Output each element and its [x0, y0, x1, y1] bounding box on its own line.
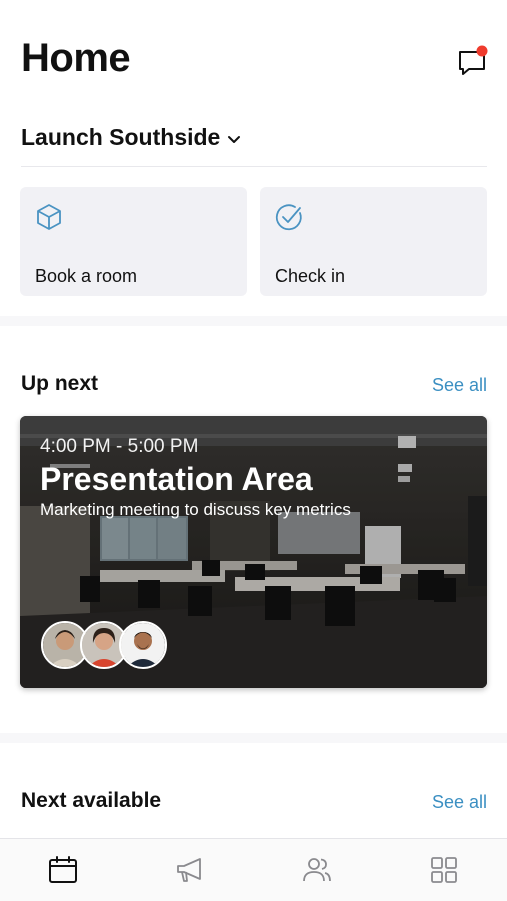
tab-people[interactable] — [254, 839, 381, 901]
cube-icon — [37, 204, 61, 230]
check-in-label: Check in — [275, 266, 346, 286]
section-separator — [0, 316, 507, 326]
book-room-button[interactable]: Book a room — [20, 187, 247, 296]
event-time: 4:00 PM - 5:00 PM — [40, 436, 199, 457]
avatar — [119, 621, 167, 669]
next-available-title: Next available — [21, 789, 162, 812]
book-room-label: Book a room — [35, 266, 138, 286]
upcoming-event-card[interactable]: 4:00 PM - 5:00 PM Presentation Area Mark… — [20, 416, 487, 688]
notification-dot — [476, 45, 488, 57]
check-circle-icon — [275, 204, 302, 231]
location-name: Launch Southside — [21, 124, 221, 150]
tab-calendar[interactable] — [0, 839, 127, 901]
event-description: Marketing meeting to discuss key metrics — [40, 500, 351, 519]
chevron-down-icon — [228, 136, 241, 143]
divider — [21, 166, 487, 167]
location-selector[interactable]: Launch Southside — [21, 124, 242, 151]
grid-icon — [430, 857, 457, 883]
page-title: Home — [21, 36, 131, 80]
tab-more[interactable] — [380, 839, 507, 901]
up-next-see-all-link[interactable]: See all — [432, 375, 487, 396]
event-room-name: Presentation Area — [40, 461, 313, 497]
bottom-tab-bar — [0, 838, 507, 901]
tab-announcements[interactable] — [127, 839, 254, 901]
chat-button[interactable] — [455, 44, 489, 78]
megaphone-icon — [177, 858, 202, 882]
section-separator — [0, 733, 507, 743]
people-icon — [302, 858, 331, 882]
up-next-title: Up next — [21, 372, 99, 395]
next-available-see-all-link[interactable]: See all — [432, 792, 487, 813]
calendar-icon — [49, 856, 78, 883]
check-in-button[interactable]: Check in — [260, 187, 487, 296]
chat-bubble-icon — [459, 45, 488, 75]
